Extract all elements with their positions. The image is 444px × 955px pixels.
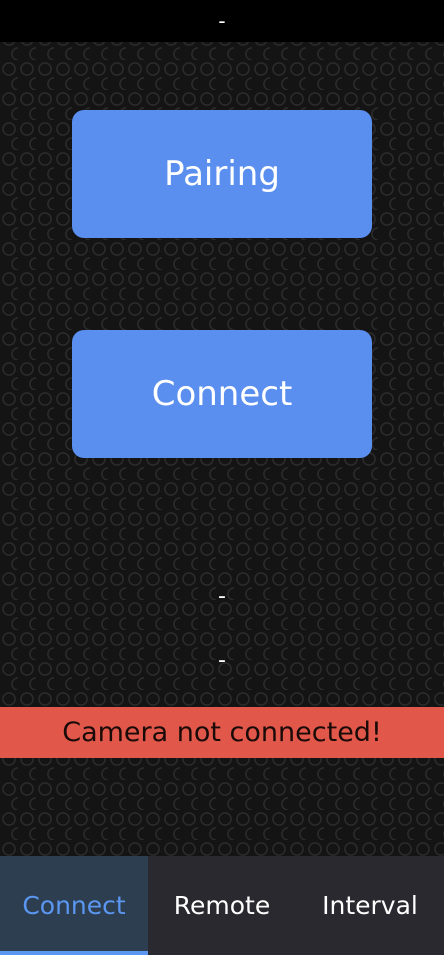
- tab-remote[interactable]: Remote: [148, 856, 296, 955]
- tab-interval[interactable]: Interval: [296, 856, 444, 955]
- pairing-button[interactable]: Pairing: [72, 110, 372, 238]
- tab-connect[interactable]: Connect: [0, 856, 148, 955]
- bottom-nav: Connect Remote Interval: [0, 856, 444, 955]
- status-line-1: -: [218, 584, 226, 609]
- connect-button[interactable]: Connect: [72, 330, 372, 458]
- error-banner: Camera not connected!: [0, 707, 444, 758]
- status-line-2: -: [218, 648, 226, 673]
- top-status-bar: -: [0, 0, 444, 42]
- header-status: -: [218, 9, 226, 33]
